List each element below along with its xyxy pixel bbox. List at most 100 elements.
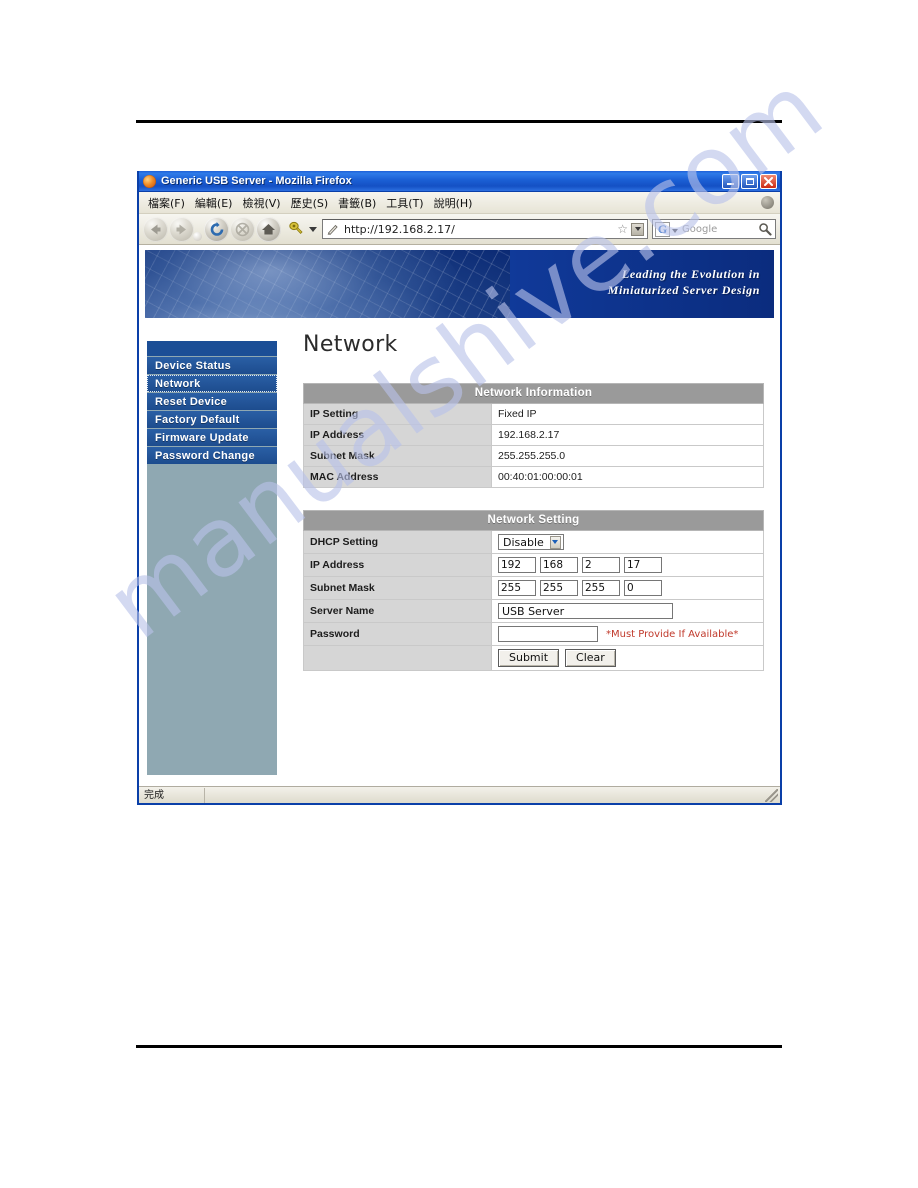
row-label-mac-address: MAC Address <box>303 466 492 488</box>
sidebar-header-bar <box>147 341 277 356</box>
forward-icon <box>176 224 186 234</box>
row-label-dhcp-setting: DHCP Setting <box>303 530 492 554</box>
bookmark-icon <box>288 221 303 234</box>
menu-edit[interactable]: 編輯(E) <box>190 194 238 212</box>
go-button[interactable] <box>631 222 644 236</box>
table-row: MAC Address 00:40:01:00:00:01 <box>303 466 764 488</box>
menu-bookmarks[interactable]: 書籤(B) <box>333 194 381 212</box>
banner-tagline-line1: Leading the Evolution in <box>621 267 760 281</box>
resize-grip-icon[interactable] <box>765 788 778 802</box>
home-button[interactable] <box>256 216 281 242</box>
browser-statusbar: 完成 <box>139 786 780 803</box>
table-row: IP Setting Fixed IP <box>303 403 764 425</box>
row-value-dhcp-setting: Disable <box>491 530 764 554</box>
page-title: Network <box>303 332 398 357</box>
subnet-octet-4[interactable]: 0 <box>624 580 662 596</box>
row-value-subnet-mask-input: 255 255 255 0 <box>491 576 764 600</box>
chevron-down-icon[interactable] <box>309 226 317 232</box>
stop-icon <box>235 222 250 236</box>
menu-file[interactable]: 檔案(F) <box>143 194 190 212</box>
sidebar-item-firmware-update[interactable]: Firmware Update <box>147 429 277 446</box>
dhcp-setting-selected-value: Disable <box>503 535 544 549</box>
firefox-logo-icon <box>143 174 156 188</box>
browser-titlebar: Generic USB Server - Mozilla Firefox <box>139 171 780 192</box>
address-bar-url: http://192.168.2.17/ <box>344 222 455 236</box>
banner-tagline: Leading the Evolution in Miniaturized Se… <box>608 266 760 298</box>
form-button-row: Submit Clear <box>498 649 757 667</box>
row-label-server-name: Server Name <box>303 599 492 623</box>
sidebar: Device Status Network Reset Device Facto… <box>147 341 277 775</box>
browser-menubar: 檔案(F) 編輯(E) 檢視(V) 歷史(S) 書籤(B) 工具(T) 說明(H… <box>139 192 780 214</box>
sidebar-item-device-status[interactable]: Device Status <box>147 357 277 374</box>
row-label-ip-setting: IP Setting <box>303 403 492 425</box>
reload-button[interactable] <box>204 216 229 242</box>
minimize-button[interactable] <box>722 173 739 189</box>
ip-octet-4[interactable]: 17 <box>624 557 662 573</box>
ip-octet-1[interactable]: 192 <box>498 557 536 573</box>
row-value-ip-address: 192.168.2.17 <box>491 424 764 446</box>
row-value-ip-address-input: 192 168 2 17 <box>491 553 764 577</box>
forward-button[interactable] <box>169 216 194 242</box>
home-icon <box>262 224 275 235</box>
page-body: Device Status Network Reset Device Facto… <box>139 318 780 775</box>
row-value-ip-setting: Fixed IP <box>491 403 764 425</box>
subnet-octet-1[interactable]: 255 <box>498 580 536 596</box>
sidebar-item-network[interactable]: Network <box>147 375 277 392</box>
chevron-down-icon[interactable] <box>549 535 561 549</box>
banner-tagline-line2: Miniaturized Server Design <box>607 283 760 297</box>
window-controls <box>722 173 778 189</box>
table-header-row: Network Information <box>303 383 764 404</box>
reload-icon <box>210 221 223 236</box>
window-title: Generic USB Server - Mozilla Firefox <box>161 175 352 187</box>
site-banner: Leading the Evolution in Miniaturized Se… <box>145 250 774 318</box>
menu-view[interactable]: 檢視(V) <box>237 194 285 212</box>
maximize-button[interactable] <box>741 173 758 189</box>
subnet-octet-2[interactable]: 255 <box>540 580 578 596</box>
page-viewport: Leading the Evolution in Miniaturized Se… <box>139 245 780 786</box>
submit-button[interactable]: Submit <box>498 649 560 667</box>
row-value-subnet-mask: 255.255.255.0 <box>491 445 764 467</box>
table-row: IP Address 192 168 2 17 <box>303 553 764 577</box>
menu-help[interactable]: 說明(H) <box>429 194 478 212</box>
search-bar[interactable]: G Google <box>652 219 776 239</box>
sidebar-item-reset-device[interactable]: Reset Device <box>147 393 277 410</box>
ip-octet-3[interactable]: 2 <box>582 557 620 573</box>
bookmark-toolbar-button[interactable] <box>285 218 307 240</box>
page-footer-rule <box>136 1045 782 1048</box>
table-row: Server Name USB Server <box>303 599 764 623</box>
stop-button[interactable] <box>230 216 255 242</box>
password-input[interactable] <box>498 626 598 642</box>
dhcp-setting-select[interactable]: Disable <box>498 534 564 550</box>
row-label-ip-address: IP Address <box>303 424 492 446</box>
password-field-group: *Must Provide If Available* <box>498 626 757 642</box>
clear-button[interactable]: Clear <box>565 649 616 667</box>
close-button[interactable] <box>760 173 777 189</box>
server-name-input[interactable]: USB Server <box>498 603 673 619</box>
page-header-rule <box>136 120 782 123</box>
ip-octet-2[interactable]: 168 <box>540 557 578 573</box>
table-row: Subnet Mask 255 255 255 0 <box>303 576 764 600</box>
sidebar-item-factory-default[interactable]: Factory Default <box>147 411 277 428</box>
back-button[interactable] <box>143 216 168 242</box>
search-icon[interactable] <box>758 222 772 236</box>
address-bar[interactable]: http://192.168.2.17/ ☆ <box>322 219 648 239</box>
star-icon[interactable]: ☆ <box>617 223 628 235</box>
menu-tools[interactable]: 工具(T) <box>381 194 428 212</box>
banner-artwork <box>145 250 510 318</box>
search-input[interactable]: Google <box>682 224 758 235</box>
menu-history[interactable]: 歷史(S) <box>286 194 334 212</box>
table-row: Submit Clear <box>303 645 764 671</box>
page-favicon-icon <box>327 224 338 236</box>
row-value-password: *Must Provide If Available* <box>491 622 764 646</box>
ip-address-octet-group: 192 168 2 17 <box>498 557 757 573</box>
table-row: Subnet Mask 255.255.255.0 <box>303 445 764 467</box>
close-icon <box>764 176 773 186</box>
row-label-ip-address-input: IP Address <box>303 553 492 577</box>
nav-history-dropdown[interactable] <box>193 232 202 241</box>
subnet-octet-3[interactable]: 255 <box>582 580 620 596</box>
search-engine-dropdown-icon[interactable] <box>672 228 678 233</box>
network-setting-table: Network Setting DHCP Setting Disable IP … <box>303 510 764 671</box>
sidebar-item-password-change[interactable]: Password Change <box>147 447 277 464</box>
row-label-actions <box>303 645 492 671</box>
status-text: 完成 <box>139 787 205 803</box>
